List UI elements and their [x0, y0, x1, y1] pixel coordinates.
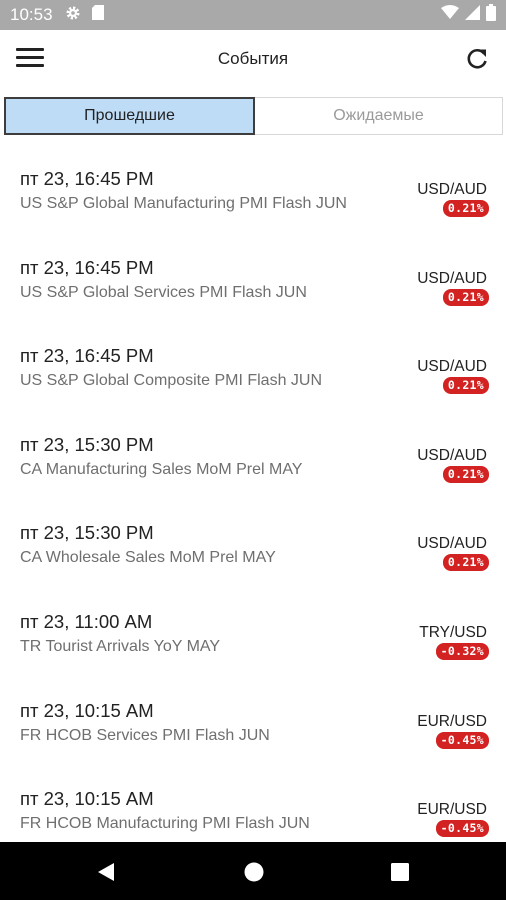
event-name: TR Tourist Arrivals YoY MAY: [20, 637, 221, 655]
event-time: пт 23, 10:15 AM: [20, 699, 154, 721]
currency-pair: USD/AUD: [417, 446, 487, 464]
change-badge: 0.21%: [442, 377, 489, 395]
refresh-icon: [467, 48, 487, 69]
app-bar: События: [0, 30, 506, 88]
change-badge: -0.32%: [435, 642, 489, 660]
event-time: пт 23, 10:15 AM: [20, 788, 154, 810]
event-name: FR HCOB Services PMI Flash JUN: [20, 726, 270, 744]
recents-button[interactable]: [389, 861, 411, 883]
event-row[interactable]: пт 23, 11:00 AM TR Tourist Arrivals YoY …: [0, 589, 506, 678]
tab-upcoming[interactable]: Ожидаемые: [255, 97, 503, 135]
change-badge: 0.21%: [442, 200, 489, 217]
change-badge: 0.21%: [442, 288, 489, 306]
settings-icon: [65, 5, 81, 26]
change-badge: -0.45%: [435, 820, 489, 838]
currency-pair: USD/AUD: [417, 269, 487, 287]
tab-bar: Прошедшие Ожидаемые: [4, 97, 503, 135]
refresh-button[interactable]: [464, 46, 490, 72]
event-row[interactable]: пт 23, 16:45 PM US S&P Global Services P…: [0, 235, 506, 324]
change-badge: -0.45%: [435, 731, 489, 749]
event-name: US S&P Global Services PMI Flash JUN: [20, 283, 307, 301]
event-list[interactable]: пт 23, 16:45 PM US S&P Global Manufactur…: [0, 146, 506, 842]
signal-icon: [465, 5, 480, 25]
event-time: пт 23, 15:30 PM: [20, 522, 154, 544]
home-button[interactable]: [243, 861, 265, 883]
status-bar: 10:53: [0, 0, 506, 30]
event-row[interactable]: пт 23, 16:45 PM US S&P Global Manufactur…: [0, 146, 506, 235]
event-name: FR HCOB Manufacturing PMI Flash JUN: [20, 815, 310, 833]
currency-pair: TRY/USD: [419, 623, 487, 641]
event-row[interactable]: пт 23, 15:30 PM CA Wholesale Sales MoM P…: [0, 500, 506, 589]
currency-pair: USD/AUD: [417, 358, 487, 376]
change-badge: 0.21%: [442, 465, 489, 483]
event-row[interactable]: пт 23, 10:15 AM FR HCOB Manufacturing PM…: [0, 766, 506, 842]
change-badge: 0.21%: [442, 554, 489, 572]
event-time: пт 23, 11:00 AM: [20, 610, 153, 632]
event-name: US S&P Global Composite PMI Flash JUN: [20, 372, 323, 390]
event-time: пт 23, 16:45 PM: [20, 256, 154, 278]
event-time: пт 23, 16:45 PM: [20, 345, 154, 367]
event-time: пт 23, 16:45 PM: [20, 168, 154, 189]
currency-pair: USD/AUD: [417, 535, 487, 553]
event-name: US S&P Global Manufacturing PMI Flash JU…: [20, 195, 347, 212]
page-title: События: [217, 49, 289, 68]
tab-past[interactable]: Прошедшие: [4, 97, 255, 135]
back-button[interactable]: [95, 861, 117, 883]
wifi-icon: [441, 5, 459, 25]
sd-card-icon: [91, 4, 105, 26]
event-row[interactable]: пт 23, 10:15 AM FR HCOB Services PMI Fla…: [0, 678, 506, 767]
currency-pair: EUR/USD: [417, 712, 487, 730]
event-name: CA Wholesale Sales MoM Prel MAY: [20, 549, 276, 567]
currency-pair: EUR/USD: [417, 801, 487, 819]
status-time: 10:53: [10, 5, 53, 24]
event-name: CA Manufacturing Sales MoM Prel MAY: [20, 460, 303, 478]
event-row[interactable]: пт 23, 16:45 PM US S&P Global Composite …: [0, 323, 506, 412]
recents-icon: [391, 863, 409, 881]
event-row[interactable]: пт 23, 15:30 PM CA Manufacturing Sales M…: [0, 412, 506, 501]
event-time: пт 23, 15:30 PM: [20, 433, 154, 455]
currency-pair: USD/AUD: [417, 181, 487, 198]
home-icon: [244, 862, 264, 882]
navigation-bar: [0, 842, 506, 900]
battery-icon: [486, 4, 496, 26]
back-icon: [98, 863, 114, 881]
